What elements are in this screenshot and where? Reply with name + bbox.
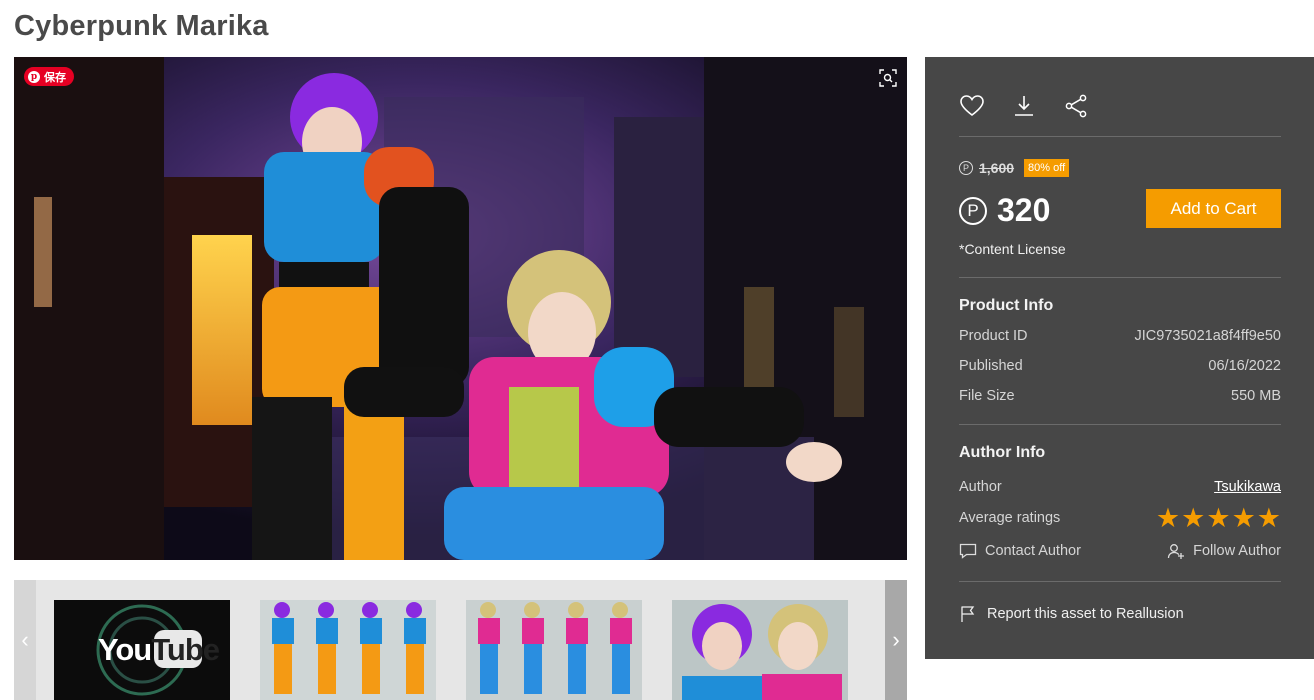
carousel-prev-button[interactable]: ‹ xyxy=(14,580,36,700)
product-id-row: Product ID JIC9735021a8f4ff9e50 xyxy=(959,328,1281,344)
ratings-row: Average ratings ★ ★ ★ ★ ★ xyxy=(959,503,1281,533)
current-price-value: 320 xyxy=(997,192,1051,228)
file-size-value: 550 MB xyxy=(1231,388,1281,404)
pinterest-save-button[interactable]: p 保存 xyxy=(24,67,74,86)
purchase-panel: P 1,600 80% off P 320 Add to Cart *Conte… xyxy=(925,57,1314,659)
pinterest-save-label: 保存 xyxy=(44,71,66,84)
content-license-link[interactable]: *Content License xyxy=(959,241,1066,257)
report-asset-link[interactable]: Report this asset to Reallusion xyxy=(959,605,1184,623)
follow-author-button[interactable]: Follow Author xyxy=(1167,542,1281,560)
heart-icon[interactable] xyxy=(959,93,985,119)
visual-search-icon[interactable] xyxy=(879,69,897,87)
youtube-you-text: You xyxy=(98,632,152,667)
thumbnail-portraits[interactable] xyxy=(672,600,848,700)
hero-image[interactable]: p 保存 xyxy=(14,57,907,560)
current-price: P 320 xyxy=(959,192,1050,229)
carousel-next-button[interactable]: › xyxy=(885,580,907,700)
author-info-heading: Author Info xyxy=(959,444,1046,461)
add-to-cart-button[interactable]: Add to Cart xyxy=(1146,189,1281,228)
alt-poses-image xyxy=(466,600,642,700)
front-poses-image xyxy=(260,600,436,700)
chat-bubble-icon xyxy=(959,543,977,559)
youtube-logo: YouTube xyxy=(98,632,220,668)
author-row: Author Tsukikawa xyxy=(959,479,1281,495)
thumbnail-video[interactable]: YouTube xyxy=(54,600,230,700)
thumbnail-carousel: ‹ YouTube › xyxy=(14,580,907,700)
product-id-label: Product ID xyxy=(959,328,1028,344)
flag-icon xyxy=(961,606,975,622)
ratings-label: Average ratings xyxy=(959,510,1061,526)
product-id-value: JIC9735021a8f4ff9e50 xyxy=(1134,328,1281,344)
follow-author-label: Follow Author xyxy=(1193,543,1281,559)
user-plus-icon xyxy=(1167,544,1185,559)
published-label: Published xyxy=(959,358,1023,374)
published-row: Published 06/16/2022 xyxy=(959,358,1281,374)
star-icon: ★ xyxy=(1155,503,1181,533)
original-price: P 1,600 80% off xyxy=(959,159,1070,177)
contact-author-label: Contact Author xyxy=(985,543,1081,559)
divider xyxy=(959,136,1281,137)
thumbnail-front-poses[interactable] xyxy=(260,600,436,700)
chevron-left-icon: ‹ xyxy=(21,627,29,652)
points-coin-icon: P xyxy=(959,196,987,225)
star-icon: ★ xyxy=(1256,503,1281,533)
author-name-link[interactable]: Tsukikawa xyxy=(1214,479,1281,495)
contact-author-button[interactable]: Contact Author xyxy=(959,542,1081,560)
points-coin-icon: P xyxy=(959,161,973,175)
youtube-tube-text: Tube xyxy=(151,632,220,667)
report-asset-label: Report this asset to Reallusion xyxy=(987,606,1184,622)
file-size-label: File Size xyxy=(959,388,1015,404)
action-icons xyxy=(959,93,1089,119)
discount-badge: 80% off xyxy=(1024,159,1070,177)
share-icon[interactable] xyxy=(1063,93,1089,119)
divider xyxy=(959,277,1281,278)
hero-illustration xyxy=(14,57,907,560)
star-icon: ★ xyxy=(1181,503,1206,533)
published-value: 06/16/2022 xyxy=(1208,358,1281,374)
original-price-value: 1,600 xyxy=(979,160,1015,176)
rating-stars: ★ ★ ★ ★ ★ xyxy=(1155,503,1281,533)
file-size-row: File Size 550 MB xyxy=(959,388,1281,404)
divider xyxy=(959,581,1281,582)
divider xyxy=(959,424,1281,425)
thumbnail-alt-poses[interactable] xyxy=(466,600,642,700)
page-title: Cyberpunk Marika xyxy=(14,10,269,42)
author-label: Author xyxy=(959,479,1002,495)
pinterest-icon: p xyxy=(28,70,40,83)
chevron-right-icon: › xyxy=(892,627,900,652)
portraits-image xyxy=(672,600,848,700)
download-icon[interactable] xyxy=(1011,93,1037,119)
star-icon: ★ xyxy=(1231,503,1256,533)
star-icon: ★ xyxy=(1206,503,1231,533)
product-info-heading: Product Info xyxy=(959,297,1054,314)
